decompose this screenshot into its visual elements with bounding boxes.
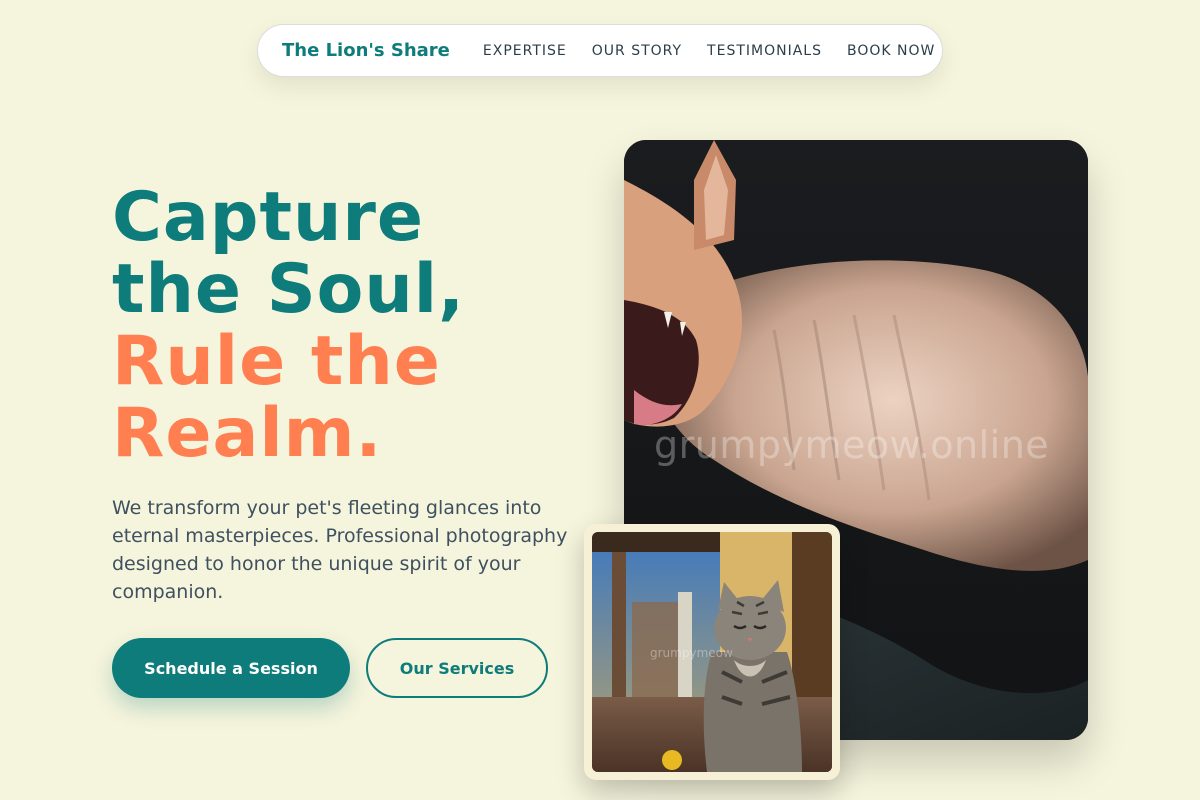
landing-page: The Lion's Share EXPERTISE OUR STORY TES… — [0, 0, 1200, 800]
hero-headline: Capture the Soul, Rule the Realm. — [112, 182, 582, 470]
headline-line-1: Capture — [112, 178, 425, 257]
headline-line-3: Rule the — [112, 322, 441, 401]
headline-line-4: Realm. — [112, 394, 383, 473]
top-nav: The Lion's Share EXPERTISE OUR STORY TES… — [257, 24, 943, 77]
hero-subtext: We transform your pet's fleeting glances… — [112, 497, 568, 603]
tabby-cat-photo: grumpymeow — [592, 532, 832, 772]
nav-link-testimonials[interactable]: TESTIMONIALS — [707, 43, 822, 59]
nav-link-expertise[interactable]: EXPERTISE — [483, 43, 567, 59]
nav-link-our-story[interactable]: OUR STORY — [592, 43, 682, 59]
headline-line-2: the Soul, — [112, 250, 465, 329]
our-services-button[interactable]: Our Services — [366, 638, 548, 698]
main-photo-watermark: grumpymeow.online — [654, 423, 1050, 467]
nav-link-book-now[interactable]: BOOK NOW — [847, 43, 935, 59]
secondary-photo-watermark: grumpymeow — [650, 646, 733, 660]
nav-links: EXPERTISE OUR STORY TESTIMONIALS BOOK NO… — [483, 43, 935, 59]
schedule-session-button[interactable]: Schedule a Session — [112, 638, 350, 698]
secondary-photo-card: grumpymeow — [584, 524, 840, 780]
brand-logo[interactable]: The Lion's Share — [282, 40, 450, 61]
